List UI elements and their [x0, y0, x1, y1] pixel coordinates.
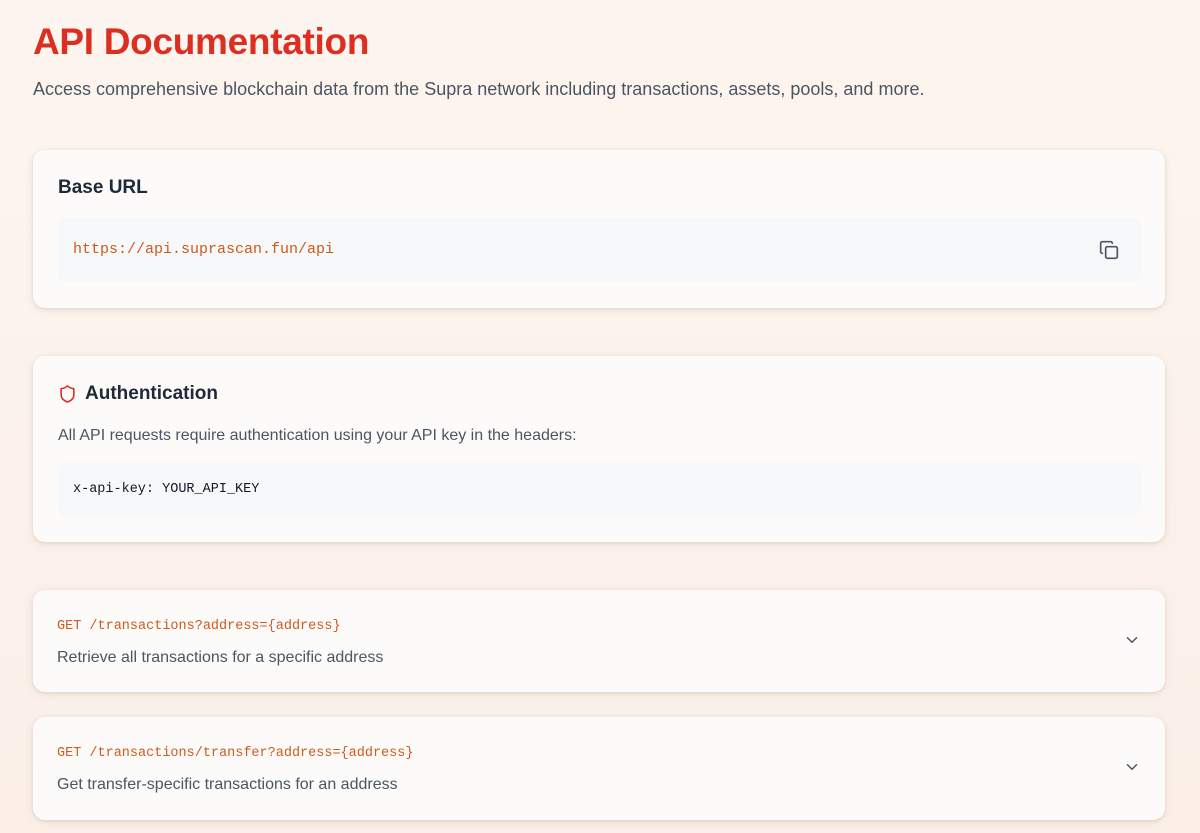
endpoint-description: Get transfer-specific transactions for a… [57, 776, 398, 793]
authentication-heading: Authentication [85, 383, 218, 404]
endpoint-path: GET /transactions/transfer?address={addr… [57, 746, 414, 761]
authentication-description: All API requests require authentication … [58, 427, 577, 444]
base-url-card: Base URL https://api.suprascan.fun/api [33, 150, 1165, 308]
chevron-down-icon[interactable] [1123, 758, 1141, 776]
chevron-down-icon[interactable] [1123, 631, 1141, 649]
base-url-heading: Base URL [58, 177, 148, 198]
authentication-card: Authentication All API requests require … [33, 356, 1165, 542]
endpoint-description: Retrieve all transactions for a specific… [57, 649, 384, 666]
base-url-value[interactable]: https://api.suprascan.fun/api [73, 240, 334, 260]
page-subtitle: Access comprehensive blockchain data fro… [33, 79, 925, 99]
copy-url-button[interactable] [1095, 236, 1123, 264]
endpoint-path: GET /transactions?address={address} [57, 619, 341, 634]
endpoint-toggle[interactable] [33, 717, 1165, 820]
page-title: API Documentation [33, 21, 370, 62]
auth-header-codebox: x-api-key: YOUR_API_KEY [57, 463, 1141, 516]
copy-icon [1099, 240, 1119, 260]
endpoint-toggle[interactable] [33, 590, 1165, 692]
endpoint-card[interactable]: GET /transactions?address={address} Retr… [33, 590, 1165, 692]
endpoint-card[interactable]: GET /transactions/transfer?address={addr… [33, 717, 1165, 820]
base-url-codebox: https://api.suprascan.fun/api [57, 218, 1141, 282]
shield-icon [60, 385, 75, 403]
auth-header-example[interactable]: x-api-key: YOUR_API_KEY [73, 481, 259, 499]
